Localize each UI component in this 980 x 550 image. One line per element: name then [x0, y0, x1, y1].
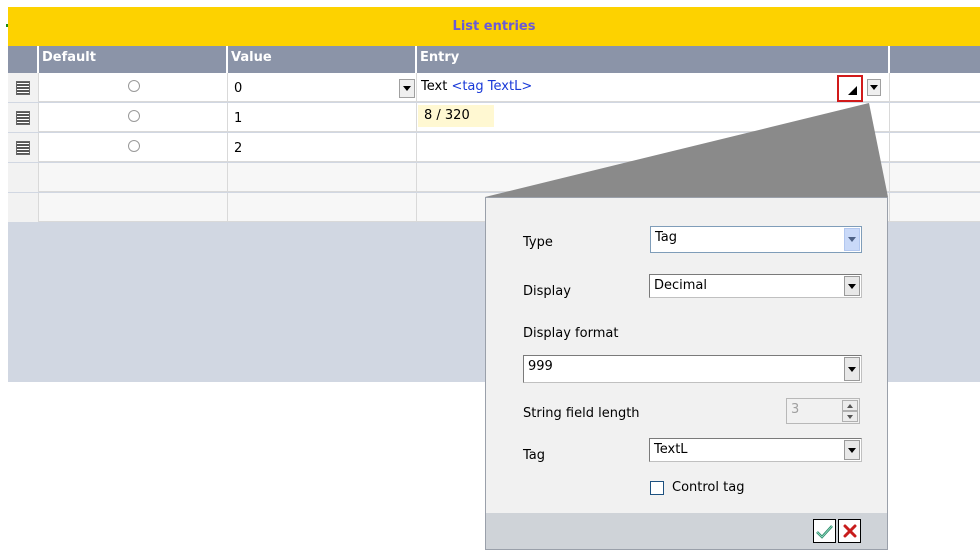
- default-radio[interactable]: [128, 80, 140, 92]
- column-header-entry[interactable]: Entry: [417, 46, 890, 73]
- display-format-dropdown-button[interactable]: [844, 357, 860, 381]
- display-format-value: 999: [528, 359, 553, 374]
- string-field-length-label: String field length: [523, 406, 640, 421]
- value-cell[interactable]: [228, 193, 417, 222]
- entry-cell[interactable]: Text <tag TextL>: [417, 73, 890, 102]
- row-handle[interactable]: [8, 133, 39, 162]
- string-field-length-spinner[interactable]: 3: [786, 398, 860, 424]
- chevron-down-icon: [848, 283, 856, 289]
- grid-header: Default Value Entry: [8, 46, 980, 73]
- empty-row[interactable]: [8, 163, 980, 192]
- row-handle[interactable]: [8, 73, 39, 102]
- column-header-extra: [890, 46, 980, 73]
- type-combo[interactable]: Tag: [650, 226, 862, 253]
- popup-footer: [486, 513, 887, 549]
- header-handle-cell: [8, 46, 39, 73]
- page-title: List entries: [452, 19, 536, 34]
- row-handle-icon: [16, 110, 30, 125]
- entry-tag[interactable]: <tag TextL>: [451, 79, 532, 94]
- value-cell[interactable]: [228, 163, 417, 192]
- default-cell: [39, 103, 228, 132]
- title-bar: List entries: [8, 7, 980, 46]
- spin-down-button[interactable]: [842, 411, 858, 422]
- cancel-button[interactable]: [838, 519, 861, 543]
- value-cell[interactable]: 2: [228, 133, 417, 162]
- chevron-down-icon: [848, 237, 856, 242]
- chevron-down-icon: [847, 414, 853, 419]
- string-field-length-value: 3: [791, 402, 800, 417]
- row-handle[interactable]: [8, 163, 39, 192]
- tag-dropdown-button[interactable]: [844, 440, 860, 460]
- control-tag-label: Control tag: [672, 480, 745, 495]
- display-format-label: Display format: [523, 326, 619, 341]
- extra-cell: [890, 73, 980, 102]
- extra-cell: [890, 103, 980, 132]
- row-handle-icon: [16, 140, 30, 155]
- display-label: Display: [523, 284, 571, 299]
- default-cell: [39, 133, 228, 162]
- display-combo[interactable]: Decimal: [649, 274, 862, 298]
- value-cell[interactable]: 1: [228, 103, 417, 132]
- close-icon: [843, 524, 856, 538]
- spinner-buttons: [842, 400, 858, 422]
- default-cell: [39, 163, 228, 192]
- column-header-default[interactable]: Default: [39, 46, 228, 73]
- row-handle[interactable]: [8, 103, 39, 132]
- entry-dropdown-button[interactable]: [867, 79, 881, 96]
- chevron-down-icon: [870, 85, 878, 90]
- value-text: 0: [234, 81, 243, 96]
- type-label: Type: [523, 235, 553, 250]
- display-dropdown-button[interactable]: [844, 276, 860, 296]
- table-row[interactable]: 1: [8, 103, 980, 132]
- row-handle-icon: [16, 80, 30, 95]
- control-tag-checkbox[interactable]: [650, 481, 664, 495]
- display-value: Decimal: [654, 278, 708, 293]
- value-text: 2: [234, 141, 243, 156]
- column-header-value[interactable]: Value: [228, 46, 417, 73]
- entry-prefix: Text: [421, 79, 452, 94]
- character-counter: 8 / 320: [418, 105, 494, 127]
- chevron-down-icon: [848, 366, 856, 372]
- value-text: 1: [234, 111, 243, 126]
- default-radio[interactable]: [128, 110, 140, 122]
- default-cell: [39, 193, 228, 222]
- display-format-combo[interactable]: 999: [523, 355, 862, 383]
- tag-label: Tag: [523, 448, 546, 463]
- table-row[interactable]: 0 Text <tag TextL>: [8, 73, 980, 102]
- value-dropdown-button[interactable]: [399, 79, 415, 98]
- type-value: Tag: [655, 230, 678, 245]
- entry-text: Text <tag TextL>: [421, 79, 532, 94]
- chevron-down-icon: [403, 86, 411, 91]
- checkmark-icon: [816, 524, 833, 539]
- extra-cell: [890, 133, 980, 162]
- tag-combo[interactable]: TextL: [649, 438, 862, 462]
- default-cell: [39, 73, 228, 102]
- ok-button[interactable]: [813, 519, 836, 543]
- value-cell[interactable]: 0: [228, 73, 417, 102]
- entry-cell[interactable]: [417, 163, 890, 192]
- expand-triangle-icon: [848, 86, 857, 95]
- chevron-down-icon: [848, 447, 856, 453]
- chevron-up-icon: [847, 403, 853, 408]
- entry-cell[interactable]: [417, 133, 890, 162]
- row-handle[interactable]: [8, 193, 39, 222]
- properties-popup: Type Tag Display Decimal Display format …: [485, 197, 888, 550]
- type-dropdown-button[interactable]: [844, 228, 860, 251]
- tag-value: TextL: [654, 442, 688, 457]
- spin-up-button[interactable]: [842, 400, 858, 411]
- default-radio[interactable]: [128, 140, 140, 152]
- expand-properties-button[interactable]: [837, 75, 863, 102]
- table-row[interactable]: 2: [8, 133, 980, 162]
